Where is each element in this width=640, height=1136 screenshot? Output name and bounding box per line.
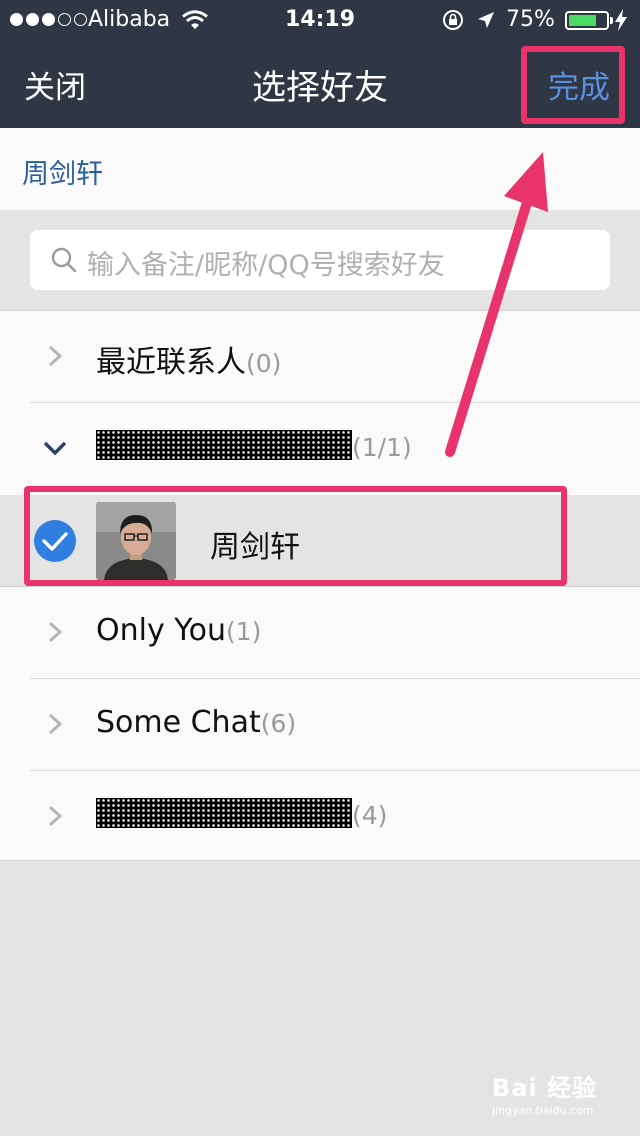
chevron-right-icon [48,621,63,643]
watermark-url: jingyan.baidu.com [492,1104,594,1117]
group-name: Some Chat [96,705,261,740]
group-count: (1) [225,617,262,646]
location-arrow-icon [478,12,494,28]
group-name: Only You [96,613,226,648]
group-count: (6) [260,709,297,738]
annotation-highlight-box [521,46,625,124]
search-input[interactable]: 输入备注/昵称/QQ号搜索好友 [30,230,610,290]
chevron-down-icon [43,441,67,456]
search-placeholder: 输入备注/昵称/QQ号搜索好友 [87,250,445,281]
group-count: (1/1) [352,433,412,462]
watermark-text: Bai 经验 [492,1074,598,1102]
group-count: (0) [246,349,282,378]
annotation-highlight-box [24,486,567,586]
search-section: 输入备注/昵称/QQ号搜索好友 [0,210,640,310]
charging-bolt-icon [615,9,627,31]
battery-nub [610,17,613,24]
group-label: (4) [96,797,387,832]
group-label: Only You(1) [96,613,261,648]
selected-friend-chip[interactable]: 周剑轩 [22,152,103,191]
battery-percent: 75% [506,7,555,32]
group-some-chat[interactable]: Some Chat(6) [0,679,640,771]
group-recent-contacts[interactable]: 最近联系人(0) [0,311,640,403]
chevron-right-icon [48,345,63,367]
group-redacted[interactable]: (4) [0,771,640,863]
search-icon [51,247,77,273]
rotation-lock-icon [443,10,463,30]
battery-icon [565,11,613,30]
chevron-right-icon [48,713,63,735]
battery-fill [569,15,596,26]
group-label: 最近联系人(0) [96,337,281,381]
watermark-logo: Bai 经验 jingyan.baidu.com [488,1066,608,1124]
group-redacted-expanded[interactable]: (1/1) [0,403,640,495]
status-bar: Alibaba 14:19 75% [0,0,640,40]
selected-friends-bar: 周剑轩 [0,128,640,210]
redacted-group-name [96,798,352,828]
group-count: (4) [352,801,388,830]
group-label: (1/1) [96,429,412,464]
group-label: Some Chat(6) [96,705,296,740]
chevron-right-icon [48,805,63,827]
group-only-you[interactable]: Only You(1) [0,587,640,679]
redacted-group-name [96,430,352,460]
group-name: 最近联系人 [96,345,246,380]
